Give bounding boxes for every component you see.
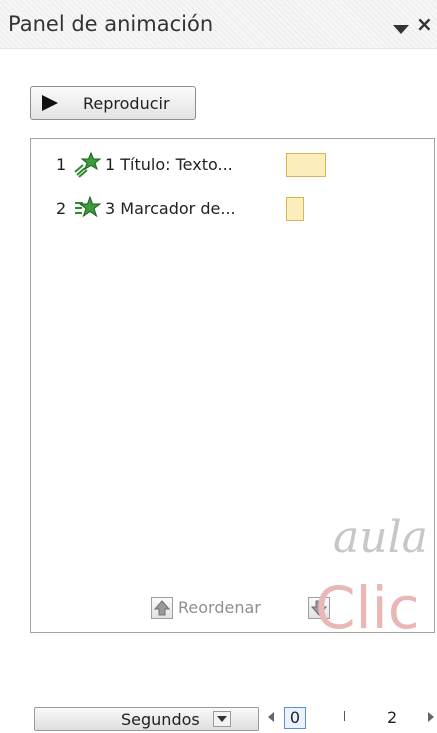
scroll-right-icon[interactable]	[428, 712, 434, 722]
close-icon[interactable]: ×	[416, 14, 433, 34]
timeline-mark: 2	[387, 708, 398, 727]
timeline-tick	[344, 711, 345, 721]
play-button-label: Reproducir	[83, 94, 170, 113]
animation-list[interactable]: 1 1 Título: Texto... 2 3 Marcador de... …	[30, 138, 435, 731]
timeline-controls: Segundos 0 2	[32, 707, 434, 733]
seconds-dropdown[interactable]: Segundos	[34, 707, 259, 731]
panel-title: Panel de animación	[8, 12, 214, 36]
animation-number: 1	[56, 155, 67, 174]
play-button[interactable]: Reproducir	[30, 86, 196, 120]
animation-label: 1 Título: Texto...	[105, 155, 233, 174]
timing-bar[interactable]	[286, 197, 304, 221]
scroll-left-icon[interactable]	[268, 712, 274, 722]
play-icon	[42, 95, 58, 111]
chevron-down-icon[interactable]	[393, 25, 409, 34]
animation-number: 2	[56, 199, 67, 218]
panel-titlebar: Panel de animación ×	[0, 0, 437, 49]
animation-label: 3 Marcador de...	[105, 199, 236, 218]
animation-item[interactable]: 2 3 Marcador de...	[31, 195, 431, 223]
fly-in-star-icon	[73, 151, 102, 183]
timeline-start-marker[interactable]: 0	[284, 707, 306, 729]
seconds-label: Segundos	[121, 710, 200, 729]
animation-panel: Panel de animación × Reproducir 1 1 Títu…	[0, 0, 437, 731]
animation-item[interactable]: 1 1 Título: Texto...	[31, 151, 431, 179]
timing-bar[interactable]	[286, 153, 326, 177]
chevron-down-icon	[213, 711, 231, 727]
appear-star-icon	[73, 195, 102, 227]
